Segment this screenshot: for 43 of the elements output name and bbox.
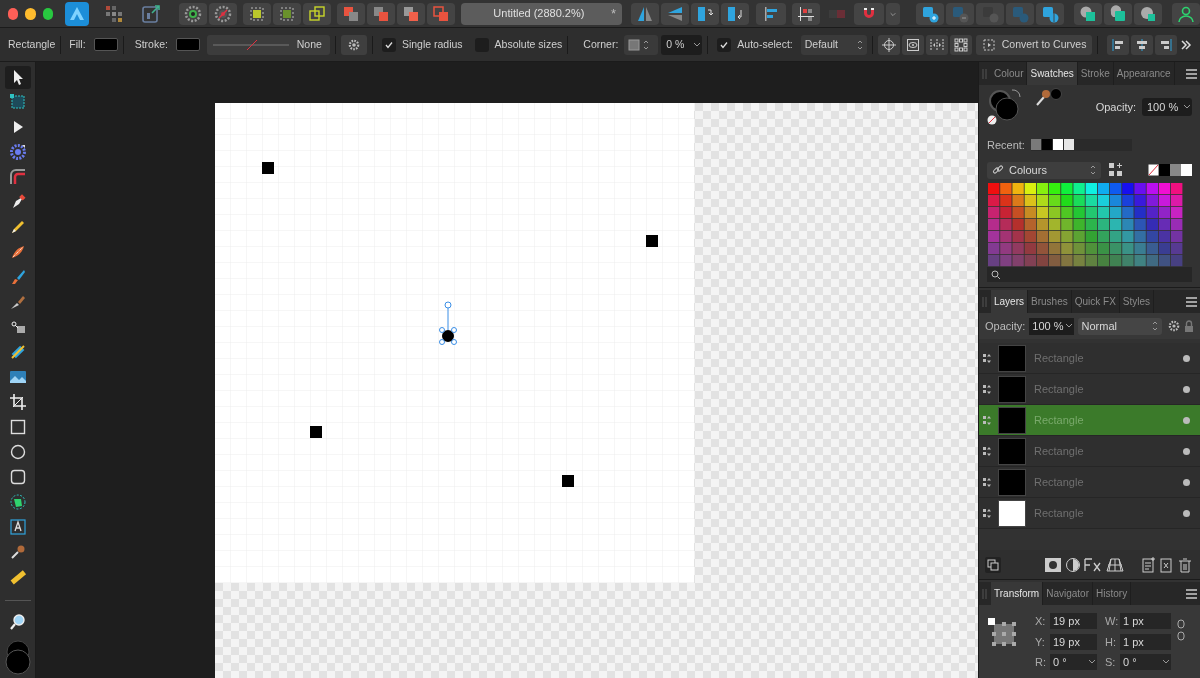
stroke-label: Stroke:: [134, 36, 168, 52]
field-label: S:: [1105, 655, 1117, 670]
stroke-style-dropdown[interactable]: None: [206, 34, 330, 55]
number-field[interactable]: 1 px: [1120, 613, 1171, 630]
layer-name: Rectangle: [1034, 350, 1084, 366]
number-field[interactable]: 1 px: [1120, 633, 1171, 650]
checkbox-label: Absolute sizes: [494, 36, 563, 52]
corner-label: Corner:: [583, 36, 619, 52]
checkbox-label: Auto-select:: [737, 36, 793, 52]
palette-dropdown[interactable]: Colours: [987, 161, 1101, 179]
layer-name: Rectangle: [1034, 412, 1084, 428]
opacity-field[interactable]: 100 %: [1142, 98, 1192, 116]
tool-name: Rectangle: [8, 36, 56, 52]
fill-label: Fill:: [69, 36, 86, 52]
field-label: X:: [1035, 614, 1047, 629]
document-title-field: Untitled (2880.2%) *: [460, 2, 622, 25]
layer-name: Rectangle: [1034, 474, 1084, 490]
recent-label: Recent:: [987, 137, 1025, 153]
panel-tab[interactable]: Transform: [991, 582, 1044, 605]
opacity-label: Opacity:: [1095, 99, 1136, 115]
convert-to-curves-button[interactable]: Convert to Curves: [975, 34, 1093, 55]
blend-mode-dropdown[interactable]: Normal: [1077, 317, 1162, 335]
layer-name: Rectangle: [1034, 443, 1084, 459]
auto-select-dropdown[interactable]: Default: [800, 34, 867, 55]
panel-tab[interactable]: Swatches: [1027, 62, 1078, 85]
modified-mark: *: [610, 4, 616, 23]
layer-name: Rectangle: [1034, 505, 1084, 521]
panel-tab[interactable]: Stroke: [1077, 62, 1114, 85]
checkbox-label: Single radius: [401, 36, 463, 52]
opacity-label: Opacity:: [985, 318, 1026, 334]
number-field[interactable]: 19 px: [1050, 613, 1097, 630]
field-label: R:: [1035, 655, 1047, 670]
number-field[interactable]: 19 px: [1050, 633, 1097, 650]
panel-tab[interactable]: Appearance: [1113, 62, 1175, 85]
field-label: W:: [1105, 614, 1117, 629]
opacity-field[interactable]: 100 %: [1029, 317, 1074, 335]
field-label: H:: [1105, 634, 1117, 650]
field-label: Y:: [1035, 634, 1046, 650]
number-dropdown[interactable]: 0 °: [1120, 654, 1171, 671]
layer-name: Rectangle: [1034, 381, 1084, 397]
number-dropdown[interactable]: 0 °: [1050, 654, 1097, 671]
corner-field[interactable]: 0 %: [661, 34, 703, 55]
panel-tab[interactable]: Layers: [991, 290, 1028, 313]
